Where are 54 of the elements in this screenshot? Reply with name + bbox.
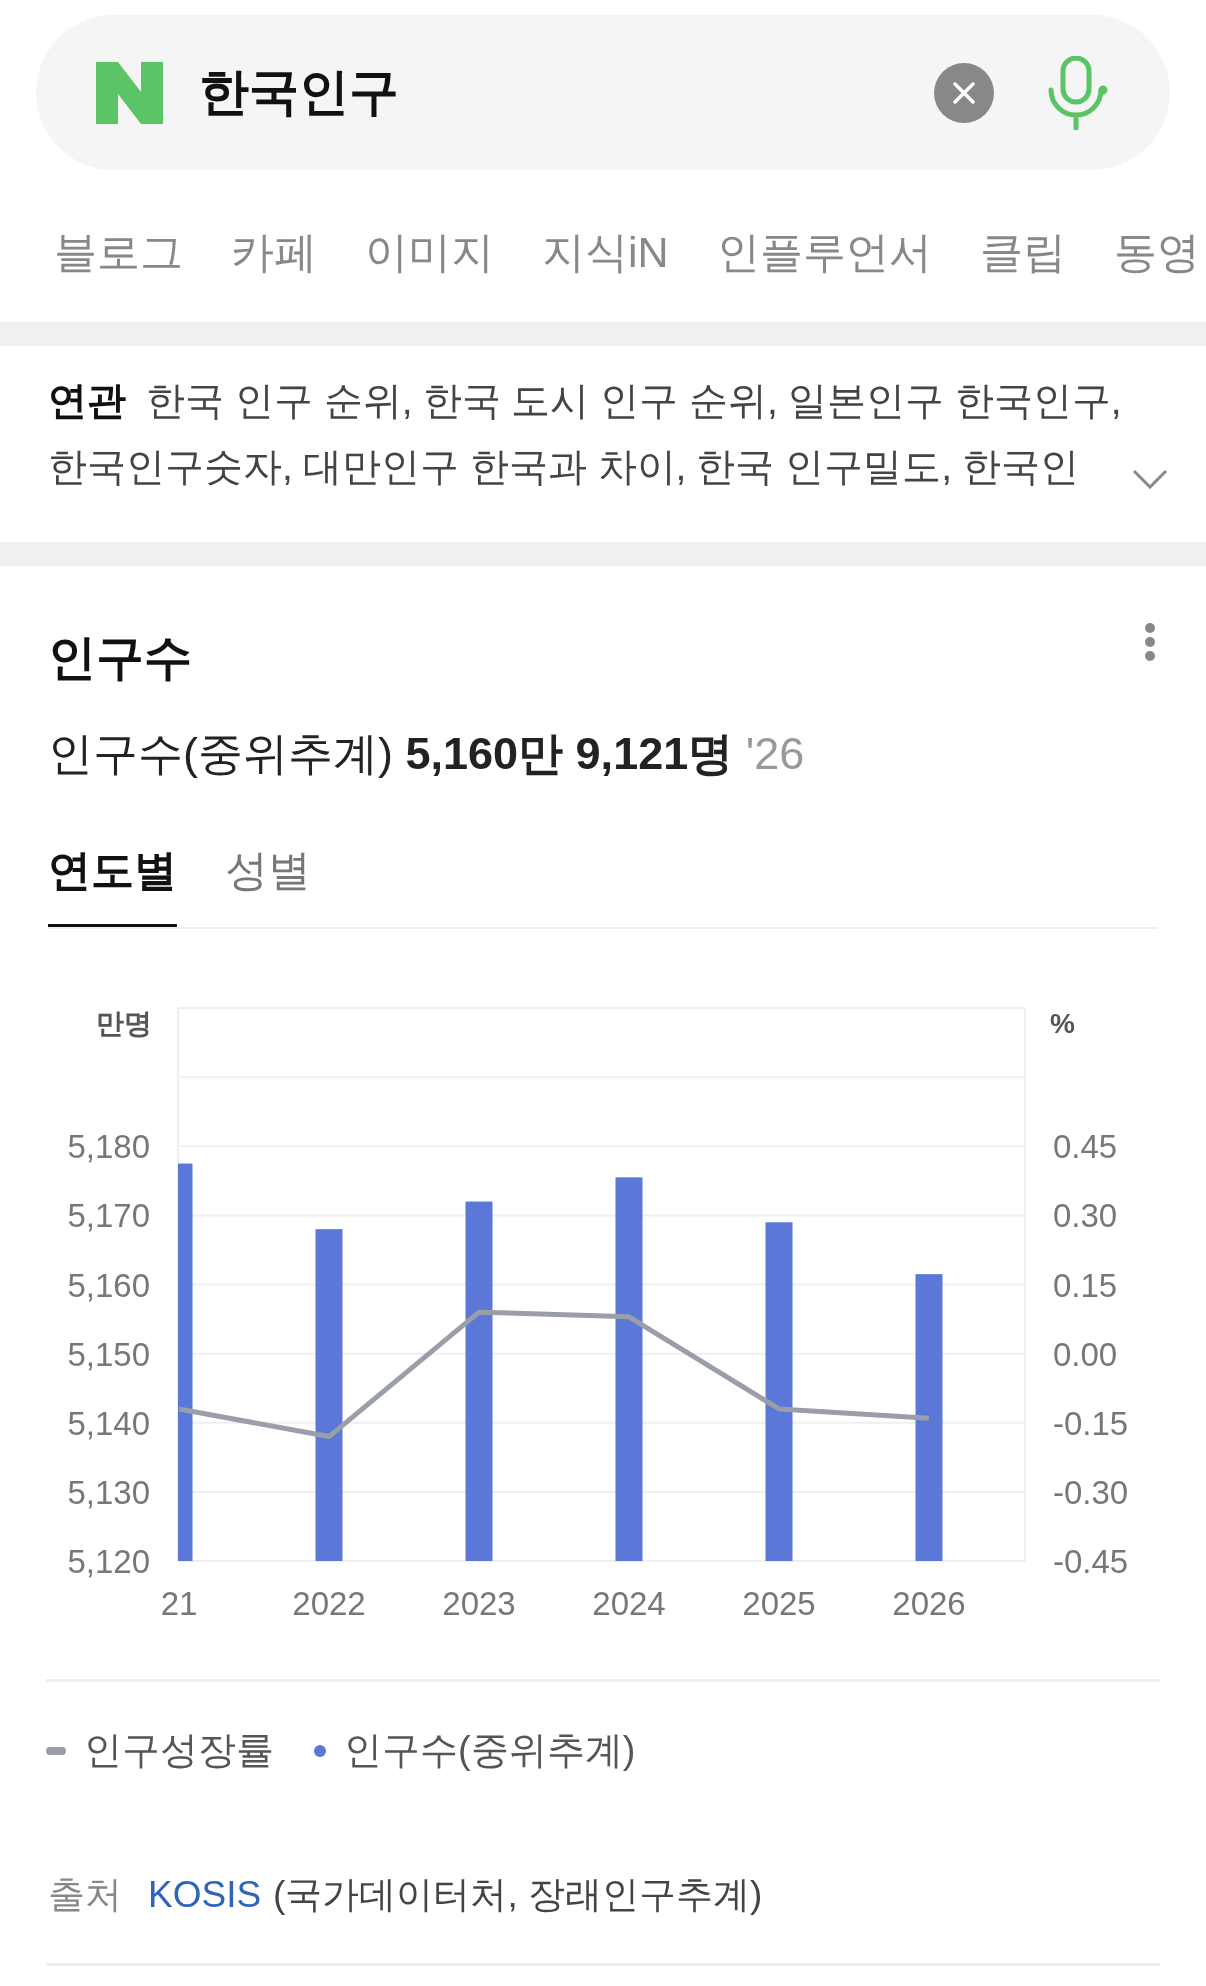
related-link[interactable]: 한국 도시 인구 순위,	[422, 379, 778, 422]
close-icon	[953, 81, 975, 104]
category-tab[interactable]: 인플루언서	[716, 219, 932, 285]
axis-label: 0.00	[1053, 1335, 1118, 1373]
related-label: 연관	[48, 379, 126, 422]
axis-label: 21	[160, 1585, 198, 1622]
axis-label: 0.15	[1053, 1266, 1118, 1304]
axis-unit: %	[1050, 1008, 1075, 1039]
axis-label: 2026	[892, 1585, 966, 1622]
axis-label: 0.30	[1053, 1197, 1118, 1235]
search-bar[interactable]: 한국인구	[36, 15, 1170, 170]
logo-icon[interactable]	[96, 61, 163, 124]
axis-label: 2024	[592, 1585, 666, 1622]
more-icon[interactable]	[1144, 622, 1156, 662]
source-link[interactable]: KOSIS	[148, 1867, 262, 1923]
legend-label: 인구수(중위추계)	[344, 1728, 636, 1773]
axis-label: 5,150	[67, 1335, 150, 1373]
chart-tab[interactable]: 성별	[225, 837, 311, 927]
axis-label: -0.15	[1053, 1404, 1129, 1442]
related-link[interactable]: 한국 인구밀도,	[696, 445, 953, 488]
chart-tab[interactable]: 연도별	[48, 837, 177, 927]
related-link[interactable]: 한국인	[962, 445, 1080, 488]
line-legend-icon	[46, 1746, 66, 1755]
chevron-down-icon[interactable]	[1132, 468, 1168, 489]
population-summary: 인구수(중위추계) 5,160만 9,121명 '26	[47, 727, 806, 781]
axis-unit: 만명	[96, 1008, 152, 1039]
source-detail: (국가데이터처, 장래인구추계)	[273, 1873, 763, 1917]
category-tab[interactable]: 카페	[231, 219, 317, 285]
related-link[interactable]: 한국 인구 순위,	[146, 379, 413, 422]
dot-legend-icon	[314, 1744, 326, 1757]
axis-label: -0.30	[1053, 1473, 1129, 1511]
category-tab[interactable]: 지식iN	[542, 219, 669, 285]
source-label: 출처	[48, 1873, 122, 1917]
axis-label: 0.45	[1053, 1128, 1118, 1166]
legend-label: 인구성장률	[84, 1728, 274, 1773]
axis-label: 5,170	[67, 1197, 150, 1235]
search-query[interactable]: 한국인구	[199, 55, 934, 130]
axis-label: 5,130	[67, 1473, 150, 1511]
axis-label: 5,160	[67, 1266, 150, 1304]
category-tab[interactable]: 이미지	[365, 219, 494, 285]
axis-label: 2022	[292, 1585, 366, 1622]
category-tab[interactable]: 블로그	[54, 219, 183, 285]
category-tab[interactable]: 동영	[1113, 219, 1200, 285]
axis-label: -0.45	[1053, 1543, 1129, 1580]
related-link[interactable]: 한국인구숫자,	[48, 445, 293, 488]
related-link[interactable]: 대만인구 한국과 차이,	[302, 445, 687, 488]
axis-label: 2023	[442, 1585, 516, 1622]
axis-label: 5,120	[67, 1543, 150, 1580]
card-title: 인구수	[48, 630, 192, 686]
related-link[interactable]: 일본인구 한국인구,	[787, 379, 1122, 422]
axis-label: 2025	[742, 1585, 816, 1622]
axis-label: 5,140	[67, 1404, 150, 1442]
category-tab[interactable]: 클립	[979, 219, 1066, 285]
axis-label: 5,180	[67, 1128, 150, 1166]
